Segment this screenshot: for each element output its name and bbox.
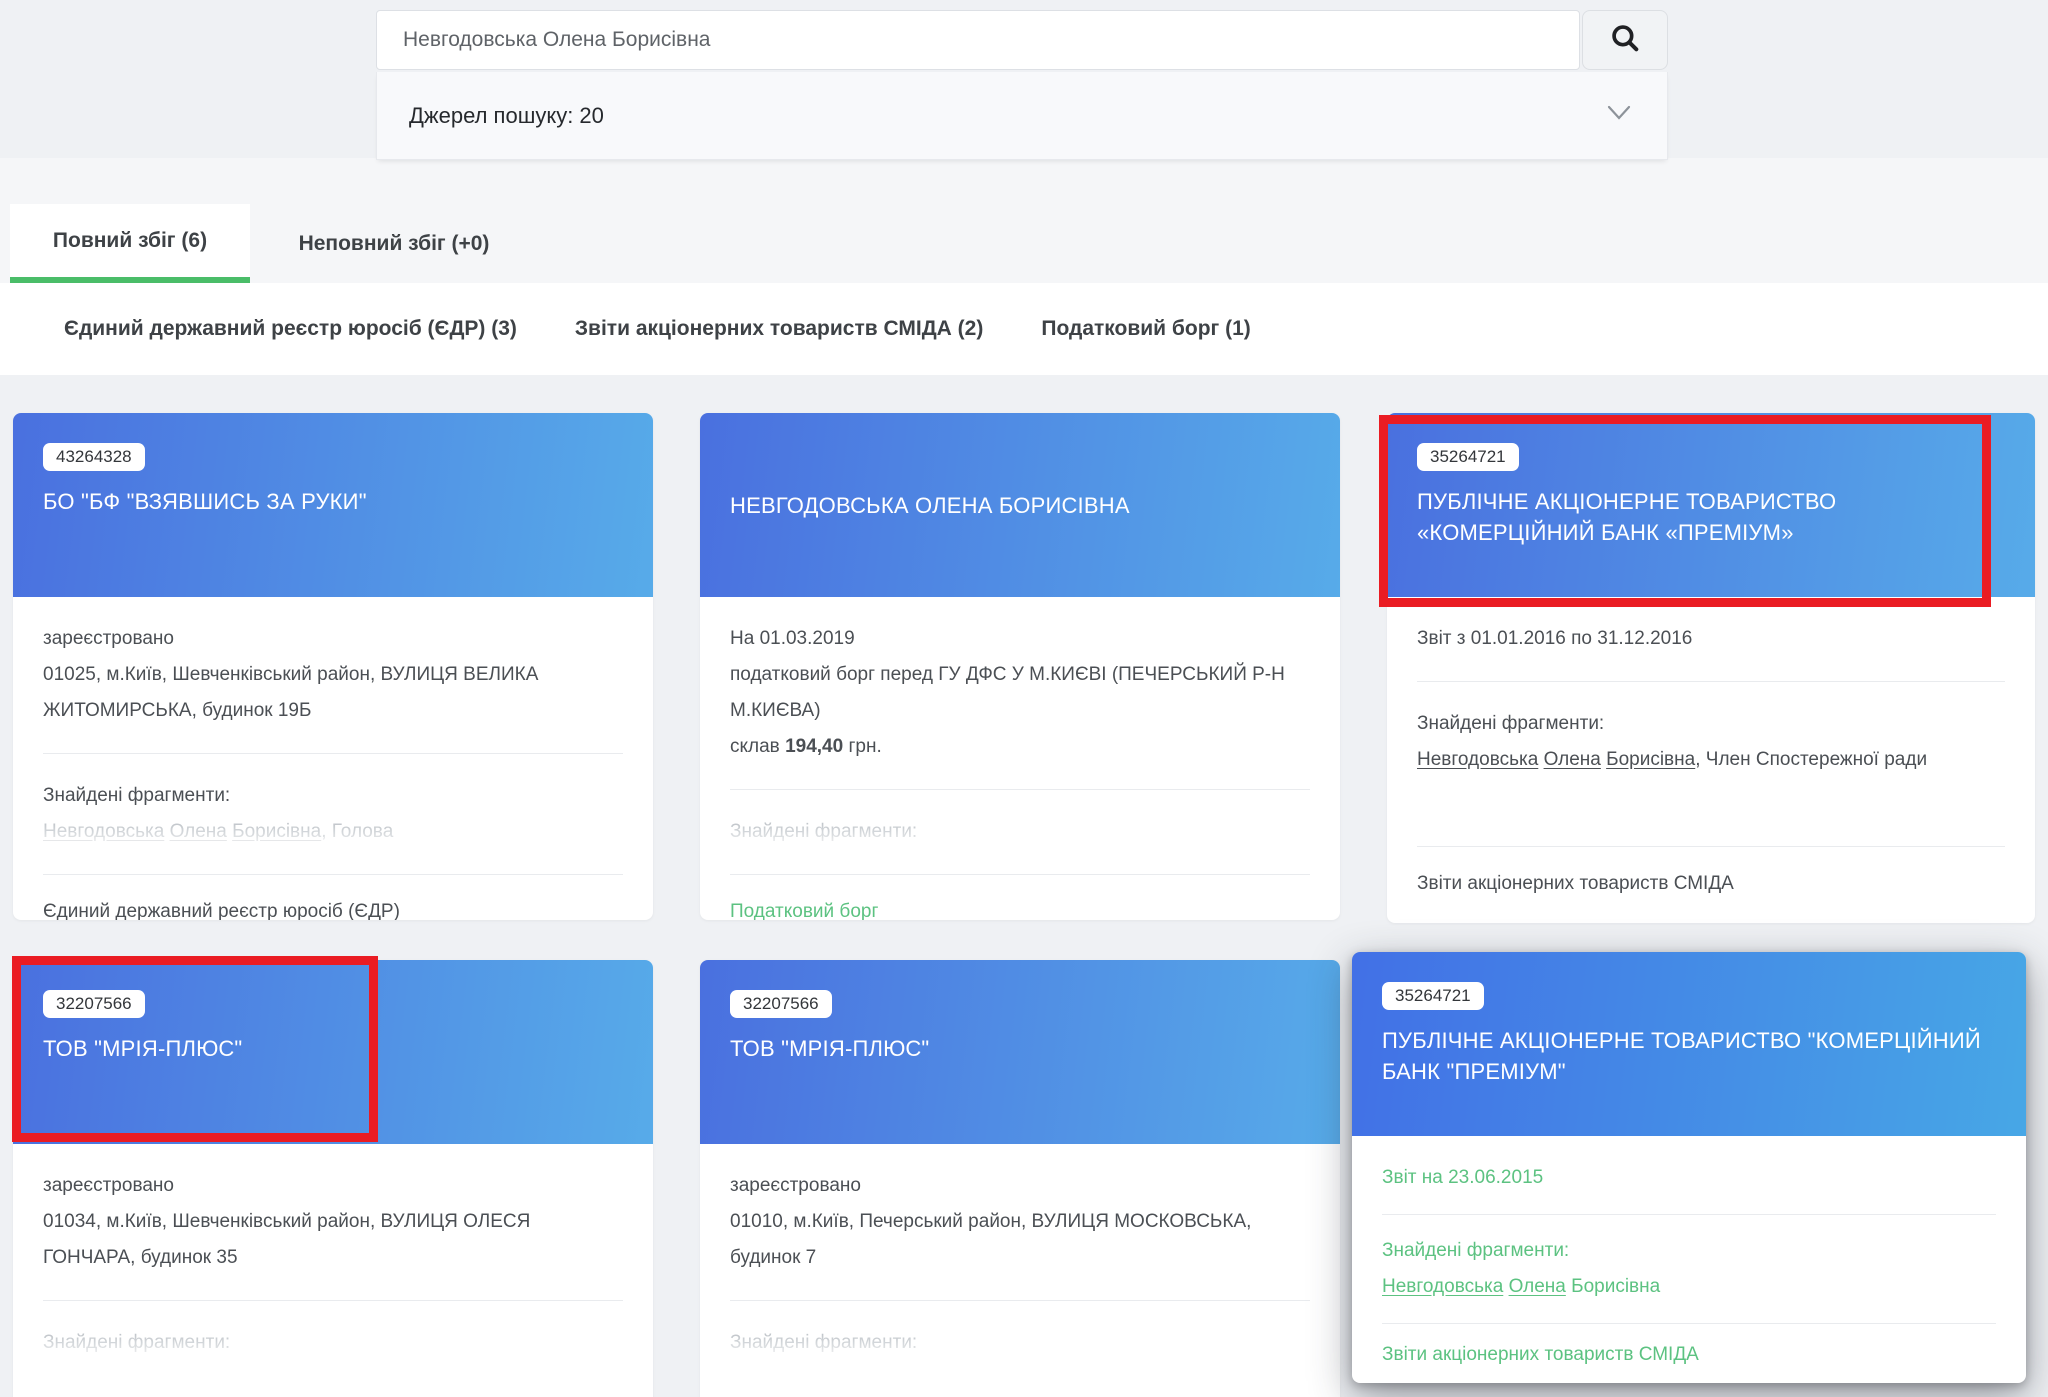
fragments-value-empty [730,1361,1310,1397]
fragments-label: Знайдені фрагменти: [1382,1233,1996,1269]
tab-full-match-label: Повний збіг (6) [53,229,207,253]
source-filter-strip: Єдиний державний реєстр юросіб (ЄДР) (3)… [0,283,2048,375]
card-header: 35264721 ПУБЛІЧНЕ АКЦІОНЕРНЕ ТОВАРИСТВО … [1387,413,2035,597]
card-header: НЕВГОДОВСЬКА ОЛЕНА БОРИСІВНА [700,413,1340,597]
result-card-smida-2-hover[interactable]: 35264721 ПУБЛІЧНЕ АКЦІОНЕРНЕ ТОВАРИСТВО … [1352,952,2026,1383]
result-card-edr-2[interactable]: 32207566 ТОВ "МРІЯ-ПЛЮС" зареєстровано 0… [13,960,653,1397]
fragments-label: Знайдені фрагменти: [730,814,1310,850]
fragments-label: Знайдені фрагменти: [1417,706,2005,742]
report-date-link[interactable]: Звіт на 23.06.2015 [1382,1160,1996,1196]
divider [730,874,1310,875]
card-title: БО "БФ "ВЗЯВШИСЬ ЗА РУКИ" [43,486,623,517]
company-code-badge: 32207566 [730,990,832,1018]
debt-description-text: податковий борг перед ГУ ДФС У М.КИЄВІ (… [730,657,1310,729]
result-card-smida-1[interactable]: 35264721 ПУБЛІЧНЕ АКЦІОНЕРНЕ ТОВАРИСТВО … [1387,413,2035,923]
fragments-value[interactable]: Невгодовська Олена Борисівна [1382,1269,1996,1305]
source-smida-link[interactable]: Звіти акціонерних товариств СМІДА [1382,1342,1996,1368]
card-header: 35264721 ПУБЛІЧНЕ АКЦІОНЕРНЕ ТОВАРИСТВО … [1352,952,2026,1136]
company-code-badge: 43264328 [43,443,145,471]
tabs-bar: Повний збіг (6) Неповний збіг (+0) [0,158,2048,283]
card-title: ПУБЛІЧНЕ АКЦІОНЕРНЕ ТОВАРИСТВО "КОМЕРЦІЙ… [1382,1025,1996,1087]
card-title: ТОВ "МРІЯ-ПЛЮС" [43,1033,623,1064]
divider [1417,846,2005,847]
result-card-edr-1[interactable]: 43264328 БО "БФ "ВЗЯВШИСЬ ЗА РУКИ" зареє… [13,413,653,920]
company-code-badge: 35264721 [1382,982,1484,1010]
status-text: зареєстровано [730,1168,1310,1204]
source-tax-debt-link[interactable]: Податковий борг [730,899,1310,920]
filter-tax-debt[interactable]: Податковий борг (1) [1041,317,1250,341]
search-button[interactable] [1582,10,1668,70]
divider [43,1300,623,1301]
debt-amount: 194,40 [785,736,843,757]
report-period-text: Звіт з 01.01.2016 по 31.12.2016 [1417,621,2005,657]
divider [730,1300,1310,1301]
magnifier-icon [1608,21,1642,60]
address-text: 01010, м.Київ, Печерський район, ВУЛИЦЯ … [730,1204,1310,1276]
divider [43,874,623,875]
tab-full-match[interactable]: Повний збіг (6) [10,204,250,283]
status-text: зареєстровано [43,621,623,657]
search-row [376,10,1668,70]
sources-summary-label: Джерел пошуку: 20 [409,103,604,129]
source-smida-label: Звіти акціонерних товариств СМІДА [1417,871,2005,897]
filter-smida[interactable]: Звіти акціонерних товариств СМІДА (2) [575,317,983,341]
card-header: 43264328 БО "БФ "ВЗЯВШИСЬ ЗА РУКИ" [13,413,653,597]
company-code-badge: 35264721 [1417,443,1519,471]
card-title: ТОВ "МРІЯ-ПЛЮС" [730,1033,1310,1064]
fragments-value[interactable]: Невгодовська Олена Борисівна, Голова [43,814,623,850]
divider [1382,1214,1996,1215]
chevron-down-icon[interactable] [1603,103,1635,129]
card-body: зареєстровано 01034, м.Київ, Шевченківсь… [13,1144,653,1397]
card-title: ПУБЛІЧНЕ АКЦІОНЕРНЕ ТОВАРИСТВО «КОМЕРЦІЙ… [1417,486,2005,548]
search-input[interactable] [376,10,1580,70]
tab-partial-match-label: Неповний збіг (+0) [299,232,490,256]
card-header: 32207566 ТОВ "МРІЯ-ПЛЮС" [13,960,653,1144]
source-registry-label: Єдиний державний реєстр юросіб (ЄДР) [43,899,623,920]
fragments-label: Знайдені фрагменти: [730,1325,1310,1361]
card-body: Звіт на 23.06.2015 Знайдені фрагменти: Н… [1352,1136,2026,1383]
divider [43,753,623,754]
debt-amount-line: склав 194,40 грн. [730,729,1310,765]
card-body: зареєстровано 01025, м.Київ, Шевченківсь… [13,597,653,920]
fragments-value-empty [43,1361,623,1397]
search-block: Джерел пошуку: 20 [376,10,1668,160]
card-body: На 01.03.2019 податковий борг перед ГУ Д… [700,597,1340,920]
company-code-badge: 32207566 [43,990,145,1018]
card-body: зареєстровано 01010, м.Київ, Печерський … [700,1144,1340,1397]
result-card-tax-debt[interactable]: НЕВГОДОВСЬКА ОЛЕНА БОРИСІВНА На 01.03.20… [700,413,1340,920]
tab-partial-match[interactable]: Неповний збіг (+0) [268,204,520,283]
divider [730,789,1310,790]
divider [1417,681,2005,682]
result-card-edr-3[interactable]: 32207566 ТОВ "МРІЯ-ПЛЮС" зареєстровано 0… [700,960,1340,1397]
fragments-value[interactable]: Невгодовська Олена Борисівна, Член Спост… [1417,742,2005,778]
report-date-text: На 01.03.2019 [730,621,1310,657]
search-sources-dropdown[interactable]: Джерел пошуку: 20 [376,72,1668,160]
address-text: 01034, м.Київ, Шевченківський район, ВУЛ… [43,1204,623,1276]
card-title: НЕВГОДОВСЬКА ОЛЕНА БОРИСІВНА [730,490,1130,521]
divider [1382,1323,1996,1324]
fragments-label: Знайдені фрагменти: [43,778,623,814]
filter-edr[interactable]: Єдиний державний реєстр юросіб (ЄДР) (3) [64,317,517,341]
fragments-label: Знайдені фрагменти: [43,1325,623,1361]
card-body: Звіт з 01.01.2016 по 31.12.2016 Знайдені… [1387,597,2035,923]
address-text: 01025, м.Київ, Шевченківський район, ВУЛ… [43,657,623,729]
card-header: 32207566 ТОВ "МРІЯ-ПЛЮС" [700,960,1340,1144]
status-text: зареєстровано [43,1168,623,1204]
search-results-page: Джерел пошуку: 20 Повний збіг (6) Неповн… [0,0,2048,1397]
